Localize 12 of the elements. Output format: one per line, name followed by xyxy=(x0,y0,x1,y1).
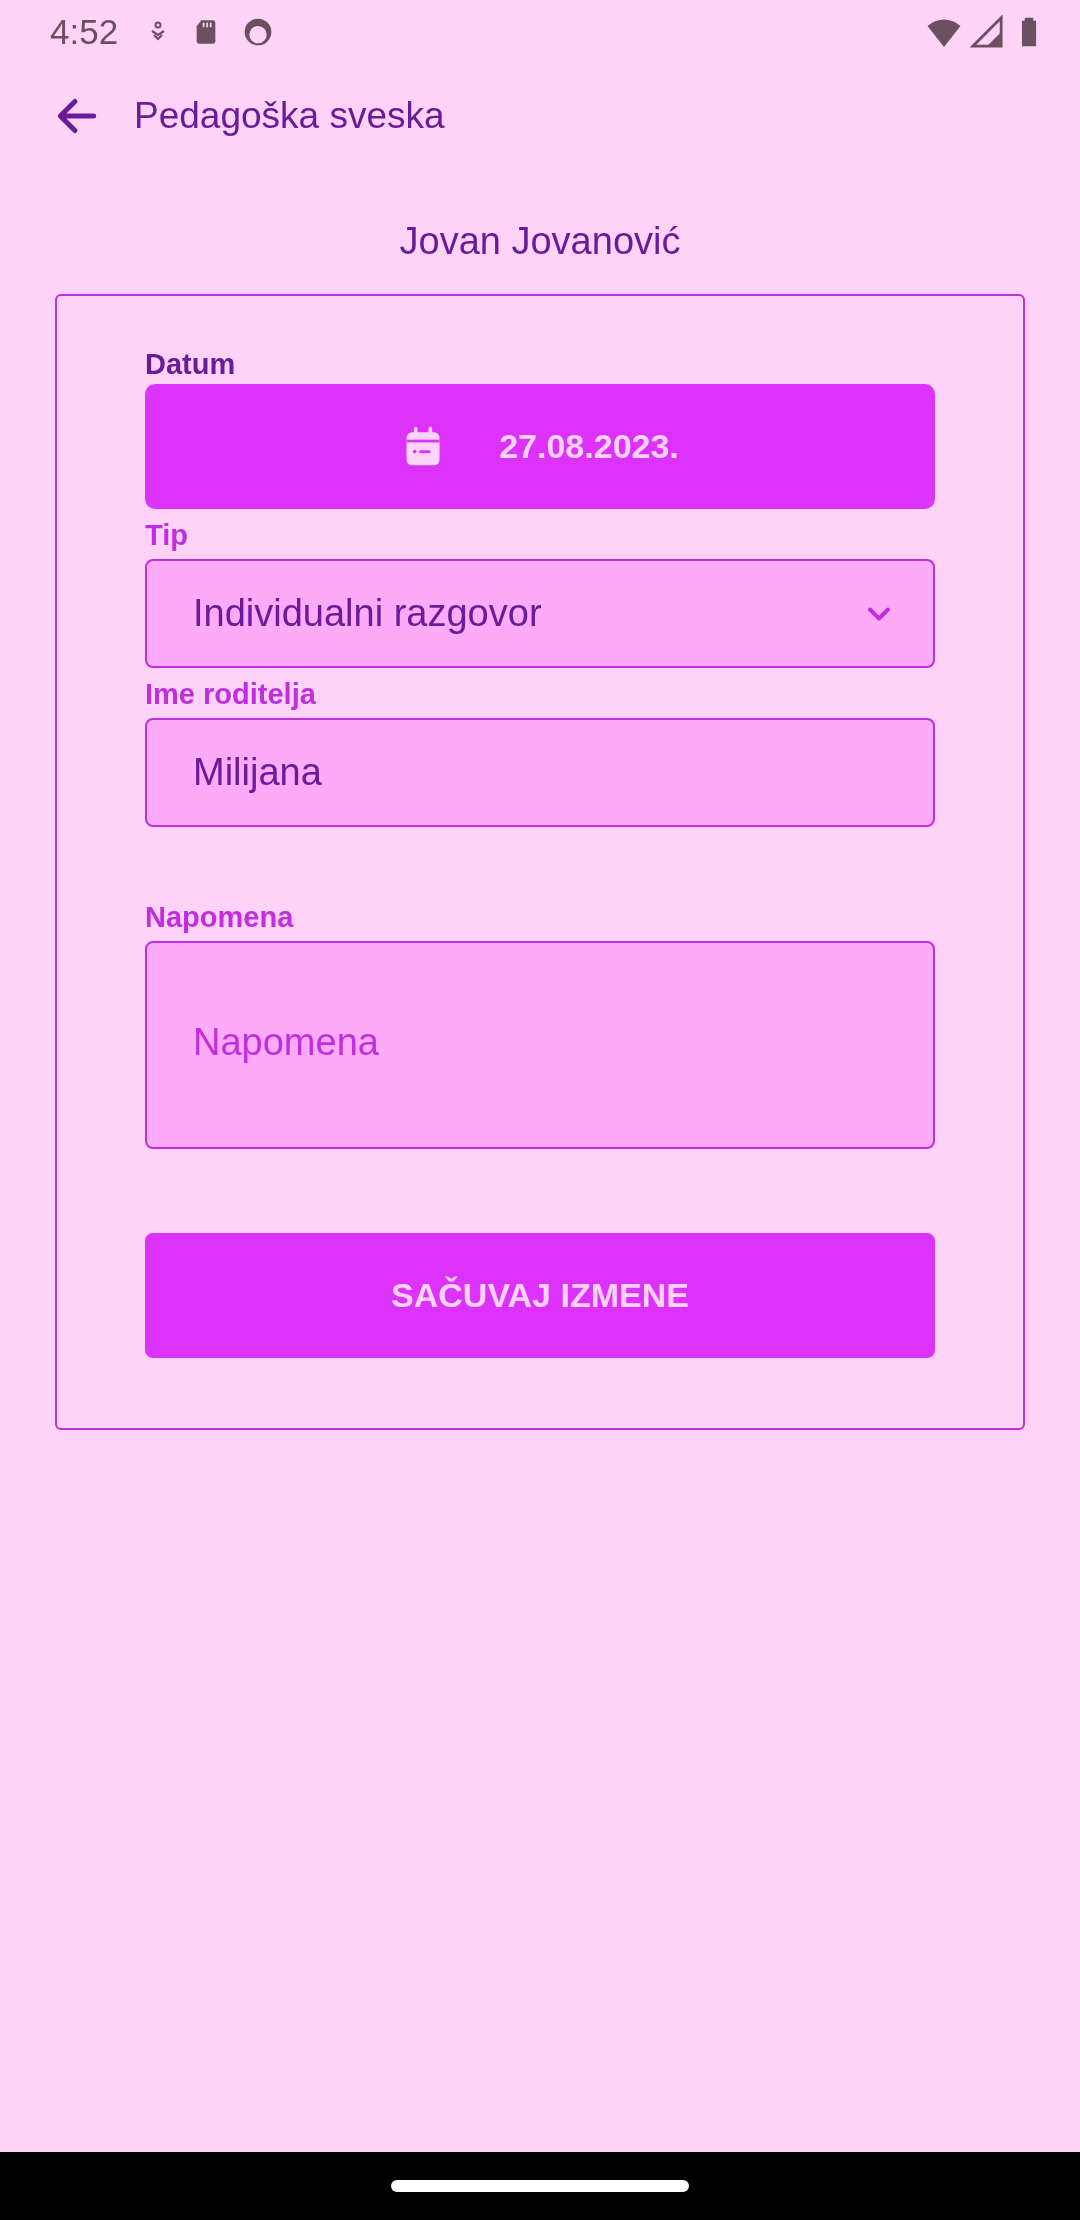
field-label: Datum xyxy=(145,347,237,382)
field-label: Tip xyxy=(145,518,189,553)
field-label: Ime roditelja xyxy=(145,677,317,712)
type-dropdown[interactable]: Individualni razgovor xyxy=(145,559,935,668)
app-bar-title: Pedagoška sveska xyxy=(134,95,445,137)
parent-name-field[interactable]: Milijana xyxy=(145,718,935,827)
note-field[interactable]: Napomena xyxy=(145,941,935,1149)
home-handle[interactable] xyxy=(391,2180,689,2192)
status-time: 4:52 xyxy=(50,12,119,52)
signal-icon xyxy=(970,15,1004,49)
field-label: Napomena xyxy=(145,900,295,935)
student-name: Jovan Jovanović xyxy=(398,220,682,264)
